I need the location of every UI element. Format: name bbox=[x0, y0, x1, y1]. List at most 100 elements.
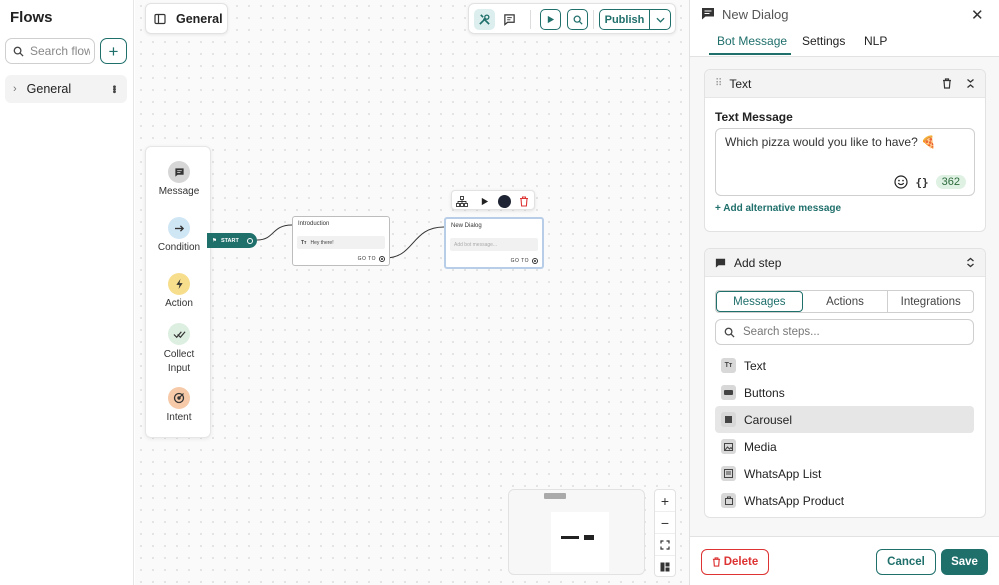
palette-label: Collect Input bbox=[163, 349, 195, 374]
text-type-icon: Tт bbox=[301, 239, 307, 246]
publish-options-button[interactable] bbox=[650, 10, 670, 29]
tab-bot-message[interactable]: Bot Message bbox=[717, 34, 787, 48]
steps-search-box[interactable] bbox=[715, 319, 974, 345]
tab-nlp[interactable]: NLP bbox=[864, 34, 887, 48]
palette-label: Action bbox=[165, 298, 193, 309]
node-port[interactable] bbox=[532, 258, 538, 264]
segment-actions[interactable]: Actions bbox=[803, 291, 889, 312]
publish-button[interactable]: Publish bbox=[600, 10, 650, 29]
collapse-icon[interactable] bbox=[966, 78, 975, 89]
palette-action[interactable]: Action bbox=[146, 273, 212, 309]
chevron-right-icon: › bbox=[13, 83, 17, 95]
emoji-icon[interactable] bbox=[894, 175, 908, 189]
minimap-node bbox=[584, 535, 594, 540]
sidebar-toggle-icon[interactable] bbox=[154, 13, 166, 25]
flow-canvas[interactable]: General Publish Message Condition Action… bbox=[135, 0, 689, 585]
toolbar-separator bbox=[530, 10, 531, 29]
step-label: Carousel bbox=[744, 412, 793, 427]
step-item-text[interactable]: Tт Text bbox=[715, 352, 974, 379]
arrow-right-icon bbox=[168, 217, 190, 239]
node-play-button[interactable] bbox=[477, 194, 491, 208]
step-label: Buttons bbox=[744, 385, 785, 400]
plus-icon: + bbox=[660, 492, 670, 509]
more-vertical-icon[interactable]: ••• bbox=[108, 85, 119, 93]
steps-search-input[interactable] bbox=[743, 326, 943, 338]
delete-button[interactable]: Delete bbox=[701, 549, 769, 575]
minimap[interactable] bbox=[508, 489, 645, 575]
segment-messages[interactable]: Messages bbox=[716, 291, 803, 312]
flow-name-chip[interactable]: General bbox=[145, 3, 228, 34]
fit-view-button[interactable] bbox=[655, 534, 675, 556]
step-item-whatsapp-list[interactable]: WhatsApp List bbox=[715, 460, 974, 487]
palette-message[interactable]: Message bbox=[146, 161, 212, 197]
fit-screen-icon bbox=[660, 539, 670, 550]
node-color-button[interactable] bbox=[497, 194, 511, 208]
start-port[interactable] bbox=[247, 237, 253, 244]
add-step-title: Add step bbox=[734, 255, 782, 270]
zoom-in-button[interactable]: + bbox=[655, 490, 675, 512]
add-step-header[interactable]: Add step bbox=[705, 249, 985, 277]
flow-item-label: General bbox=[26, 82, 72, 96]
step-item-carousel[interactable]: Carousel bbox=[715, 406, 974, 433]
close-panel-button[interactable]: ✕ bbox=[971, 6, 984, 24]
hierarchy-icon bbox=[456, 195, 468, 207]
palette-collect-input[interactable]: Collect Input bbox=[146, 323, 212, 376]
sidebar-title: Flows bbox=[10, 9, 53, 26]
auto-layout-button[interactable] bbox=[655, 556, 675, 578]
dialog-editor-panel: New Dialog ✕ Bot Message Settings NLP ⠿ … bbox=[689, 0, 999, 585]
toolbar-separator bbox=[593, 10, 594, 29]
node-tree-button[interactable] bbox=[455, 194, 469, 208]
flow-item-general[interactable]: › General ••• bbox=[5, 75, 127, 103]
expand-icon[interactable] bbox=[966, 257, 975, 268]
flow-search-box[interactable] bbox=[5, 38, 95, 64]
start-node[interactable]: ⚑ START bbox=[207, 233, 257, 248]
palette-condition[interactable]: Condition bbox=[146, 217, 212, 253]
drag-handle-icon[interactable]: ⠿ bbox=[715, 78, 722, 89]
search-icon bbox=[13, 46, 24, 57]
delete-label: Delete bbox=[723, 556, 759, 568]
tab-settings[interactable]: Settings bbox=[802, 34, 845, 48]
segment-integrations[interactable]: Integrations bbox=[888, 291, 973, 312]
panel-title: New Dialog bbox=[722, 7, 789, 22]
flows-sidebar: Flows + › General ••• bbox=[0, 0, 134, 585]
step-label: Media bbox=[744, 439, 777, 454]
double-check-icon bbox=[168, 323, 190, 345]
search-canvas-button[interactable] bbox=[567, 9, 588, 30]
step-item-media[interactable]: Media bbox=[715, 433, 974, 460]
step-item-buttons[interactable]: Buttons bbox=[715, 379, 974, 406]
node-delete-button[interactable] bbox=[517, 194, 531, 208]
node-new-dialog[interactable]: New Dialog Add bot message... GO TO bbox=[444, 217, 544, 269]
start-label: START bbox=[220, 237, 239, 244]
play-icon bbox=[481, 197, 488, 205]
build-tools-button[interactable] bbox=[474, 9, 495, 30]
node-port[interactable] bbox=[379, 256, 385, 262]
save-button[interactable]: Save bbox=[941, 549, 988, 575]
publish-button-group: Publish bbox=[599, 9, 671, 30]
node-goto[interactable]: GO TO bbox=[511, 258, 538, 264]
trash-icon[interactable] bbox=[942, 78, 952, 89]
target-icon bbox=[168, 387, 190, 409]
cancel-button[interactable]: Cancel bbox=[876, 549, 936, 575]
message-icon bbox=[168, 161, 190, 183]
palette-label: Condition bbox=[157, 242, 201, 253]
shopping-bag-icon bbox=[721, 493, 736, 508]
add-alternative-message-link[interactable]: + Add alternative message bbox=[715, 203, 841, 214]
image-icon bbox=[721, 439, 736, 454]
add-flow-button[interactable]: + bbox=[100, 38, 127, 64]
palette-intent[interactable]: Intent bbox=[146, 387, 212, 423]
text-message-input[interactable]: Which pizza would you like to have? 🍕 {}… bbox=[715, 128, 975, 196]
zoom-controls: + − bbox=[654, 489, 676, 577]
flow-search-input[interactable] bbox=[30, 44, 90, 58]
node-introduction[interactable]: Introduction Tт Hey there! GO TO bbox=[292, 216, 390, 266]
character-count-badge: 362 bbox=[935, 175, 966, 189]
node-goto[interactable]: GO TO bbox=[358, 256, 385, 262]
step-item-whatsapp-product[interactable]: WhatsApp Product bbox=[715, 487, 974, 514]
node-message-placeholder: Add bot message... bbox=[450, 238, 538, 251]
text-message-value: Which pizza would you like to have? 🍕 bbox=[725, 135, 937, 149]
zoom-out-button[interactable]: − bbox=[655, 512, 675, 534]
variables-icon[interactable]: {} bbox=[915, 176, 928, 189]
node-title: New Dialog bbox=[451, 223, 482, 229]
chat-preview-button[interactable] bbox=[499, 9, 520, 30]
chat-icon bbox=[504, 14, 515, 26]
run-button[interactable] bbox=[540, 9, 561, 30]
